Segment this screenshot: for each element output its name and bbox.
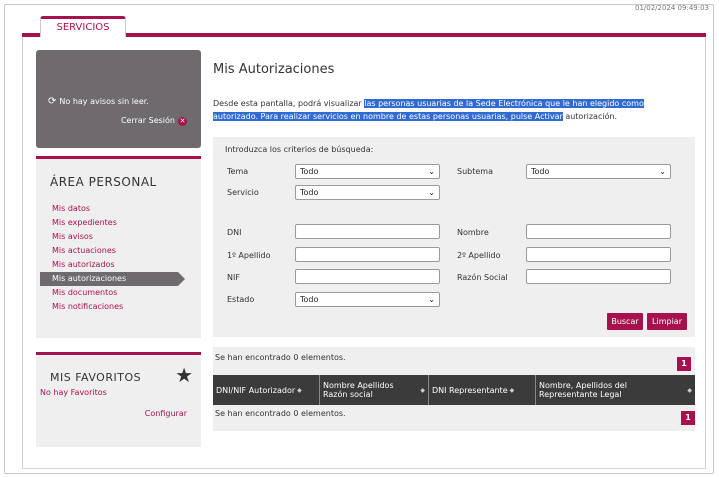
favorites-empty: No hay Favoritos — [40, 388, 107, 397]
sidebar-item[interactable]: Mis avisos — [36, 230, 201, 244]
sidebar-item[interactable]: Mis autorizaciones — [40, 272, 185, 286]
sort-icon[interactable]: ◆ — [297, 387, 302, 394]
dni-label: DNI — [227, 228, 242, 237]
chevron-down-icon: ⌄ — [428, 188, 435, 197]
area-menu: Mis datos Mis expedientes Mis avisos Mis ac… — [36, 202, 201, 314]
chevron-down-icon: ⌄ — [659, 167, 666, 176]
tema-label: Tema — [227, 167, 249, 176]
razon-input[interactable] — [526, 269, 671, 284]
results-panel: Se han encontrado 0 elementos. 1 DNI/NIF… — [213, 347, 695, 431]
intro-text: Desde esta pantalla, podrá visualizar la… — [213, 99, 644, 121]
sidebar-item[interactable]: Mis datos — [36, 202, 201, 216]
logout-link[interactable]: Cerrar Sesión ✕ — [121, 116, 187, 126]
subtema-label: Subtema — [457, 167, 493, 176]
estado-select[interactable]: Todo ⌄ — [295, 292, 440, 307]
nif-label: NIF — [227, 273, 240, 282]
sort-icon[interactable]: ◆ — [420, 387, 425, 394]
clear-button[interactable]: Limpiar — [647, 313, 687, 330]
chevron-down-icon: ⌄ — [428, 295, 435, 304]
datetime: 01/02/2024 09:49:03 — [634, 4, 709, 12]
close-icon[interactable]: ✕ — [178, 117, 187, 126]
column-representante-legal[interactable]: Nombre, Apellidos del Representante Lega… — [536, 375, 695, 405]
area-personal-panel: ÁREA PERSONAL Mis datos Mis expedientes Mi… — [36, 156, 201, 338]
favorites-title: MIS FAVORITOS — [50, 371, 142, 384]
tema-select[interactable]: Todo ⌄ — [295, 164, 440, 179]
sort-icon[interactable]: ◆ — [510, 387, 515, 394]
star-icon: ★ — [175, 363, 193, 387]
tab-servicios[interactable]: SERVICIOS — [40, 16, 126, 38]
search-form: Introduzca los criterios de búsqueda: Te… — [213, 137, 695, 337]
column-dni-representante[interactable]: DNI Representante ◆ — [429, 375, 536, 405]
estado-label: Estado — [227, 295, 255, 304]
notice-text: ⟳ No hay avisos sin leer. — [48, 96, 149, 107]
sidebar-item[interactable]: Mis actuaciones — [36, 244, 201, 258]
sync-icon: ⟳ — [48, 96, 57, 107]
apellido2-input[interactable] — [526, 247, 671, 262]
notice-panel: ⟳ No hay avisos sin leer. Cerrar Sesión ✕ — [36, 50, 201, 148]
search-heading: Introduzca los criterios de búsqueda: — [225, 145, 374, 154]
area-title: ÁREA PERSONAL — [50, 175, 157, 189]
configure-link[interactable]: Configurar — [145, 409, 187, 418]
apellido1-label: 1º Apellido — [227, 251, 271, 260]
search-button[interactable]: Buscar — [607, 313, 643, 330]
chevron-down-icon: ⌄ — [428, 167, 435, 176]
nombre-label: Nombre — [457, 228, 489, 237]
pagination-page[interactable]: 1 — [677, 357, 691, 371]
apellido1-input[interactable] — [295, 247, 440, 262]
column-dni-autorizador[interactable]: DNI/NIF Autorizador ◆ — [213, 375, 320, 405]
results-count-top: Se han encontrado 0 elementos. — [215, 353, 346, 362]
page-title: Mis Autorizaciones — [213, 62, 335, 77]
apellido2-label: 2º Apellido — [457, 251, 501, 260]
razon-label: Razón Social — [457, 273, 508, 282]
sidebar-item[interactable]: Mis expedientes — [36, 216, 201, 230]
nombre-input[interactable] — [526, 224, 671, 239]
sort-icon[interactable]: ◆ — [687, 387, 692, 394]
sidebar-item[interactable]: Mis documentos — [36, 286, 201, 300]
dni-input[interactable] — [295, 224, 440, 239]
nif-input[interactable] — [295, 269, 440, 284]
table-header: DNI/NIF Autorizador ◆ Nombre Apellidos Ra… — [213, 375, 695, 405]
favorites-panel: MIS FAVORITOS ★ No hay Favoritos Configu… — [36, 352, 201, 447]
subtema-select[interactable]: Todo ⌄ — [526, 164, 671, 179]
pagination-page-bottom[interactable]: 1 — [681, 411, 695, 425]
sidebar-item[interactable]: Mis notificaciones — [36, 300, 201, 314]
column-nombre[interactable]: Nombre Apellidos Razón social ◆ — [320, 375, 429, 405]
servicio-label: Servicio — [227, 188, 259, 197]
servicio-select[interactable]: Todo ⌄ — [295, 185, 440, 200]
results-count-bottom: Se han encontrado 0 elementos. — [215, 409, 346, 418]
sidebar-item[interactable]: Mis autorizados — [36, 258, 201, 272]
